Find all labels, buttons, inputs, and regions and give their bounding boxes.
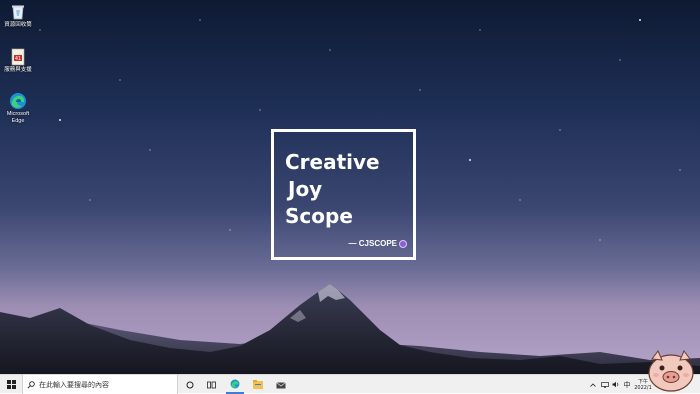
search-icon bbox=[27, 380, 35, 389]
speaker-icon bbox=[612, 381, 619, 388]
edge-icon bbox=[230, 379, 240, 388]
mail-icon bbox=[276, 381, 286, 388]
network-tray-button[interactable] bbox=[600, 375, 610, 394]
desktop-icon-support[interactable]: 41 服務與支援 bbox=[2, 48, 34, 74]
volume-tray-button[interactable] bbox=[611, 375, 621, 394]
taskbar-search-box[interactable]: 在此輸入要搜尋的內容 bbox=[22, 375, 178, 394]
cortana-button[interactable] bbox=[182, 375, 198, 394]
network-icon bbox=[601, 381, 609, 388]
windows-logo-icon bbox=[6, 380, 16, 389]
task-view-button[interactable] bbox=[203, 375, 219, 394]
search-placeholder: 在此輸入要搜尋的內容 bbox=[39, 380, 109, 389]
desktop-icon-edge[interactable]: Microsoft Edge bbox=[2, 92, 34, 125]
taskbar-file-explorer-button[interactable] bbox=[249, 375, 267, 394]
file-explorer-icon bbox=[253, 380, 263, 389]
cortana-icon bbox=[186, 381, 194, 388]
task-view-icon bbox=[206, 381, 216, 388]
taskbar-mail-button[interactable] bbox=[272, 375, 290, 394]
wallpaper-logo: Creative Joy Scope — CJSCOPE bbox=[271, 129, 416, 260]
desktop-icon-label: 服務與支援 bbox=[4, 67, 32, 73]
logo-signature-text: — CJSCOPE bbox=[348, 239, 397, 248]
logo-word-joy: Joy bbox=[288, 177, 323, 201]
chevron-up-icon bbox=[590, 382, 596, 387]
recycle-bin-icon bbox=[12, 5, 24, 20]
support-app-icon: 41 bbox=[11, 48, 25, 66]
start-button[interactable] bbox=[0, 375, 22, 394]
logo-dot-icon bbox=[399, 239, 407, 248]
desktop-icon-recycle-bin[interactable]: 資源回收筒 bbox=[2, 3, 34, 29]
ime-indicator: 中 bbox=[623, 380, 631, 389]
show-hidden-icons-button[interactable] bbox=[588, 375, 598, 394]
ime-button[interactable]: 中 bbox=[622, 375, 632, 394]
pig-mascot-sticker bbox=[648, 350, 694, 392]
desktop: 資源回收筒 41 服務與支援 Microsoft Edge Creative J… bbox=[0, 0, 700, 374]
taskbar: 在此輸入要搜尋的內容 中 下午 2022/1 bbox=[0, 374, 700, 394]
desktop-icon-label: 資源回收筒 bbox=[4, 22, 32, 28]
svg-text:41: 41 bbox=[15, 56, 21, 62]
logo-word-scope: Scope bbox=[285, 204, 353, 228]
edge-icon bbox=[10, 93, 26, 109]
logo-word-creative: Creative bbox=[285, 150, 380, 174]
taskbar-edge-button[interactable] bbox=[226, 375, 244, 394]
logo-signature: — CJSCOPE bbox=[349, 239, 407, 248]
desktop-icon-label: Microsoft Edge bbox=[6, 111, 30, 124]
